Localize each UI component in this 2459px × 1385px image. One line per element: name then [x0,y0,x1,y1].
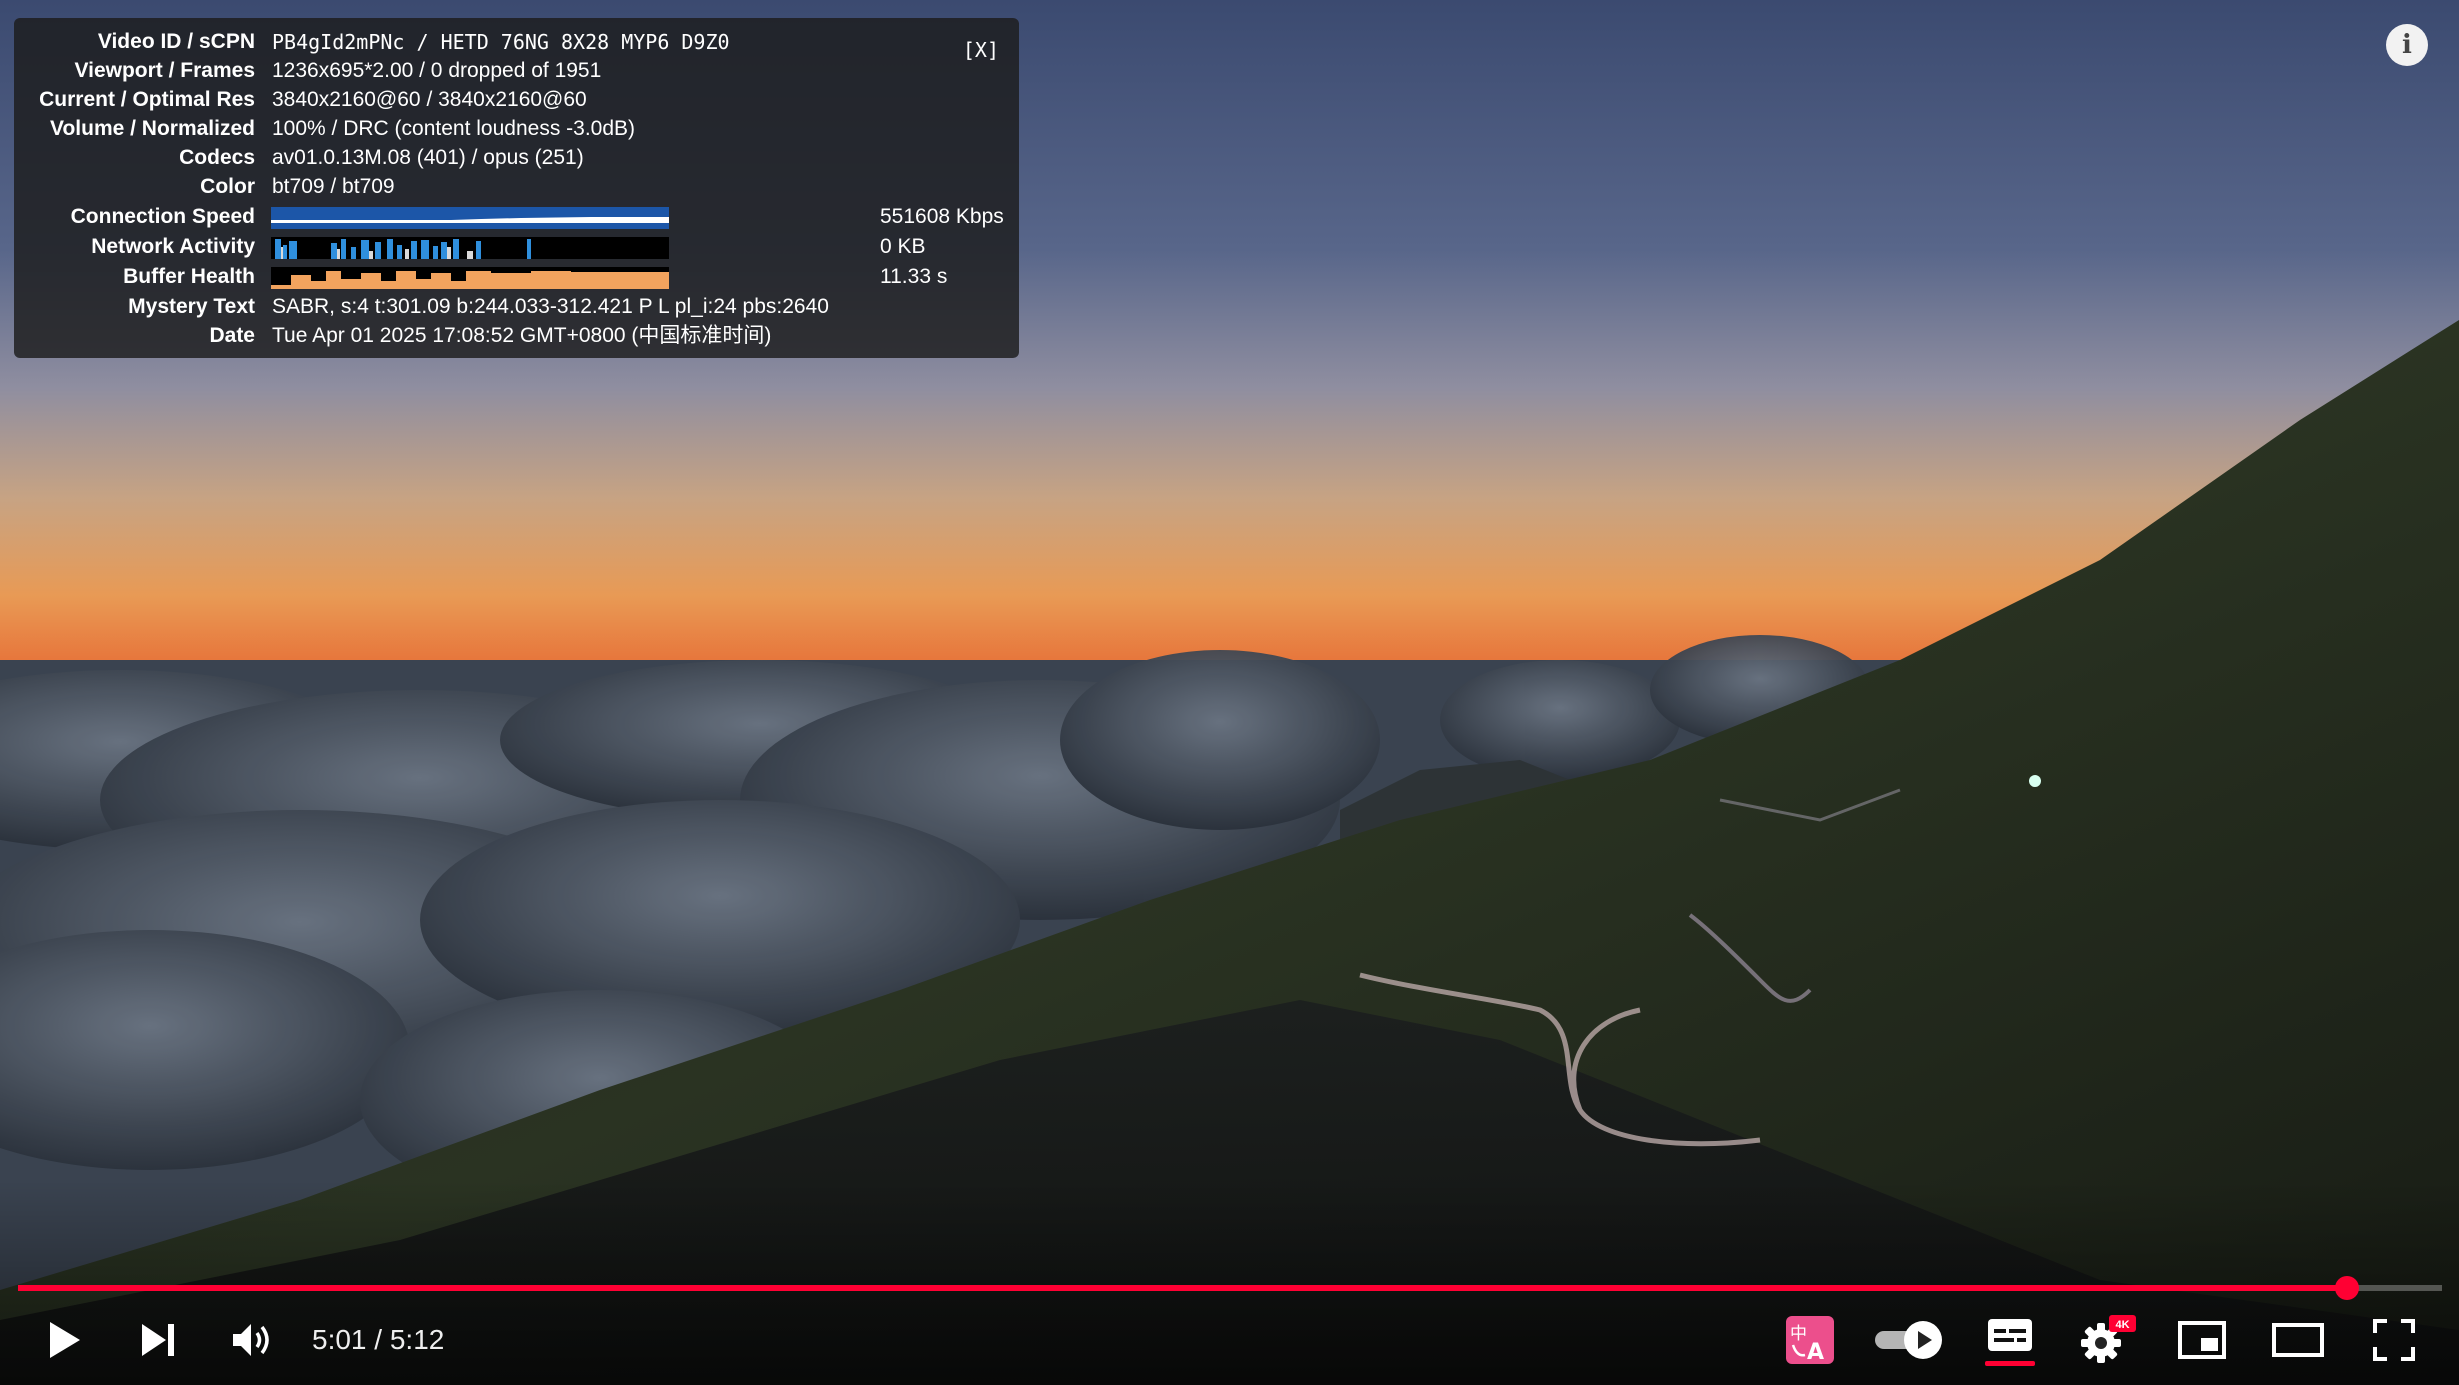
subtitles-icon [1985,1319,2035,1366]
theater-icon [2272,1323,2324,1357]
stats-value: 100% / DRC (content loudness -3.0dB) [272,117,636,140]
translate-icon: 中 A [1786,1316,1834,1365]
play-icon [50,1322,80,1358]
fullscreen-button[interactable] [2364,1310,2424,1370]
stats-value: 3840x2160@60 / 3840x2160@60 [272,88,587,111]
subtitles-button[interactable] [1980,1310,2040,1370]
stats-value: PB4gId2mPNc / HETD 76NG 8X28 MYP6 D9Z0 [272,30,730,54]
theater-mode-button[interactable] [2266,1310,2330,1370]
buffer-health-value: 11.33 s [880,265,948,288]
svg-text:中: 中 [1790,1324,1807,1344]
progress-bar[interactable] [18,1276,2442,1300]
autoplay-toggle-icon [1875,1321,1942,1359]
time-display: 5:01 / 5:12 [312,1320,444,1360]
settings-icon: 4K [2081,1315,2136,1363]
stats-label: Volume / Normalized [50,117,255,140]
stats-label: Connection Speed [70,205,255,228]
stats-label: Color [200,175,255,198]
next-button[interactable] [128,1310,188,1370]
time-current: 5:01 [312,1324,367,1355]
stats-value: bt709 / bt709 [272,175,395,198]
stats-label: Date [209,324,255,347]
mute-button[interactable] [222,1310,282,1370]
miniplayer-button[interactable] [2172,1310,2232,1370]
fullscreen-icon [2373,1319,2415,1361]
stats-value: Tue Apr 01 2025 17:08:52 GMT+0800 (中国标准时… [272,324,772,347]
stats-label: Current / Optimal Res [39,88,255,111]
next-icon [142,1324,174,1356]
stats-label: Network Activity [91,235,255,258]
autoplay-toggle[interactable] [1870,1310,1950,1370]
time-total: 5:12 [389,1324,445,1355]
stats-value: av01.0.13M.08 (401) / opus (251) [272,146,584,169]
buffer-health-graph [271,267,669,289]
volume-icon [233,1324,269,1356]
connection-speed-graph [271,207,669,229]
network-activity-value: 0 KB [880,235,926,258]
stats-label: Mystery Text [128,295,255,318]
stats-label: Buffer Health [123,265,255,288]
stats-label: Codecs [179,146,255,169]
info-icon[interactable]: i [2386,24,2428,66]
stats-label: Viewport / Frames [74,59,255,82]
miniplayer-icon [2178,1321,2226,1359]
auto-translate-button[interactable]: 中 A [1782,1310,1838,1370]
time-separator: / [366,1324,390,1355]
stats-for-nerds-panel: [X] Video ID / sCPN PB4gId2mPNc / HETD 7… [14,18,1019,358]
settings-button[interactable]: 4K [2078,1310,2138,1370]
network-activity-graph [271,237,669,259]
connection-speed-value: 551608 Kbps [880,205,1004,228]
quality-badge: 4K [2115,1319,2129,1331]
play-button[interactable] [34,1310,94,1370]
progress-bar-played [18,1285,2348,1291]
svg-text:A: A [1807,1340,1824,1365]
stats-value: 1236x695*2.00 / 0 dropped of 1951 [272,59,602,82]
stats-close-button[interactable]: [X] [963,38,999,62]
stats-value: SABR, s:4 t:301.09 b:244.033-312.421 P L… [272,295,829,318]
stats-label: Video ID / sCPN [97,30,255,53]
